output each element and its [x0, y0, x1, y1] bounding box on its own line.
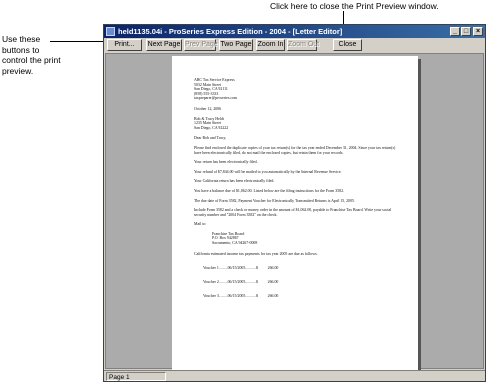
ftb-address: Franchise Tax Board P.O. Box 942867 Sacr… [194, 232, 398, 246]
address-line: Sacramento, CA 94267-0008 [212, 241, 258, 246]
letter-body: ABC Tax Service Express 5032 Main Street… [194, 78, 398, 308]
salutation: Dear Bob and Tracy, [194, 136, 227, 141]
mail-to-label: Mail to: [194, 222, 207, 227]
address-line: San Diego, CA 92222 [194, 125, 229, 130]
preview-area[interactable]: ABC Tax Service Express 5032 Main Street… [105, 53, 484, 370]
preview-toolbar: Print... Next Page Prev Page Two Page Zo… [104, 38, 485, 52]
zoom-in-button[interactable]: Zoom In [256, 39, 285, 51]
maximize-button[interactable]: □ [461, 27, 471, 36]
voucher-row: Voucher 2.........06/15/2005...........$… [203, 280, 279, 285]
buttons-callout-line [50, 41, 107, 42]
recipient-address: Bob & Tracy Heldt 1235 Main Street San D… [194, 117, 398, 131]
prev-page-button[interactable]: Prev Page [184, 39, 218, 51]
print-preview-window: held1135.04i - ProSeries Express Edition… [103, 24, 486, 382]
print-button[interactable]: Print... [107, 39, 142, 51]
preview-page: ABC Tax Service Express 5032 Main Street… [172, 56, 418, 370]
app-icon [106, 27, 115, 36]
address-line: taxpreparer@proseries.com [194, 96, 238, 101]
paragraph: Your return has been electronically file… [194, 160, 258, 165]
voucher-list: Voucher 1.........06/15/2005...........$… [194, 257, 398, 308]
title-bar[interactable]: held1135.04i - ProSeries Express Edition… [104, 25, 485, 38]
zoom-out-button[interactable]: Zoom Out [287, 39, 319, 51]
next-page-button[interactable]: Next Page [146, 39, 182, 51]
letter-date: October 12, 2006 [194, 106, 222, 111]
voucher-row: Voucher 1.........06/15/2005...........$… [203, 266, 279, 271]
paragraph: Your California return has been electron… [194, 179, 275, 184]
two-page-button[interactable]: Two Page [219, 39, 253, 51]
paragraph: Include Form 3582 and a check or money o… [194, 208, 392, 217]
close-callout: Click here to close the Print Preview wi… [270, 1, 439, 11]
status-bar: Page 1 [104, 370, 485, 381]
page-indicator: Page 1 [106, 372, 166, 381]
paragraph: California estimated income tax payments… [194, 251, 318, 256]
voucher-row: Voucher 3.........06/15/2005...........$… [203, 294, 279, 298]
preparer-address: ABC Tax Service Express 5032 Main Street… [194, 78, 398, 101]
paragraph: Please find enclosed the duplicate copie… [194, 145, 396, 155]
minimize-button[interactable]: _ [450, 27, 460, 36]
paragraph: You have a balance due of $1,062.00. Lis… [194, 188, 345, 193]
window-title: held1135.04i - ProSeries Express Edition… [118, 27, 343, 36]
paragraph: The due date of Form 3582, Payment Vouch… [194, 198, 355, 203]
screenshot-root: Click here to close the Print Preview wi… [0, 0, 489, 383]
window-close-button[interactable]: × [473, 27, 483, 36]
paragraph: Your refund of $7,844.00 will be mailed … [194, 169, 342, 174]
close-preview-button[interactable]: Close [333, 39, 362, 51]
